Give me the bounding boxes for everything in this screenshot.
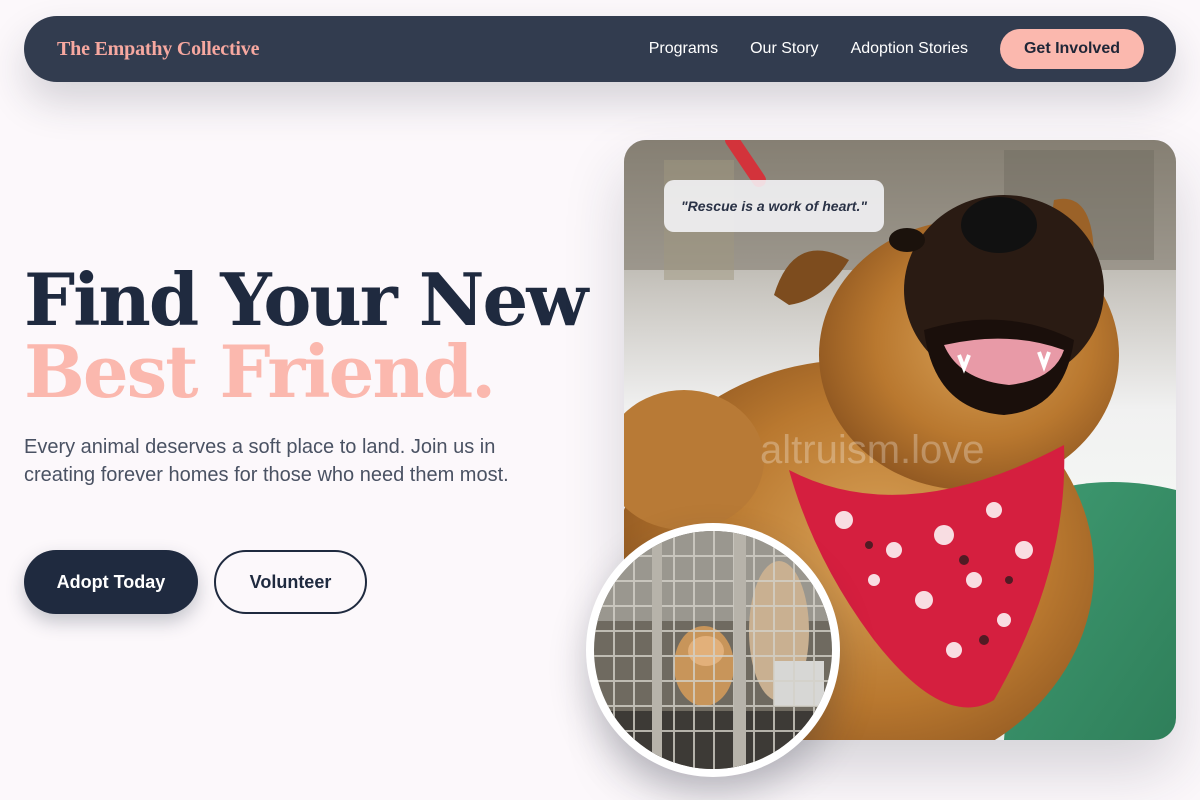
top-navbar: The Empathy Collective Programs Our Stor… (24, 16, 1176, 82)
volunteer-button[interactable]: Volunteer (214, 550, 367, 614)
adopt-today-button[interactable]: Adopt Today (24, 550, 198, 614)
quote-badge: "Rescue is a work of heart." (664, 180, 884, 232)
hero-subtitle: Every animal deserves a soft place to la… (24, 436, 509, 486)
nav-links: Programs Our Story Adoption Stories Get … (617, 29, 1144, 69)
hero-title-line1: Find Your New (24, 257, 588, 342)
kennel-photo-inset (586, 523, 840, 777)
nav-link-programs[interactable]: Programs (649, 40, 718, 58)
kennel-illustration (594, 531, 832, 769)
kennel-photo (594, 531, 832, 769)
photo-watermark: altruism.love (760, 428, 985, 472)
nav-link-adoption-stories[interactable]: Adoption Stories (851, 40, 968, 58)
nav-link-our-story[interactable]: Our Story (750, 40, 818, 58)
brand-logo[interactable]: The Empathy Collective (57, 38, 259, 61)
hero-title-line2: Best Friend. (24, 329, 496, 414)
get-involved-button[interactable]: Get Involved (999, 29, 1144, 69)
hero-title: Find Your New Best Friend. (24, 257, 588, 414)
